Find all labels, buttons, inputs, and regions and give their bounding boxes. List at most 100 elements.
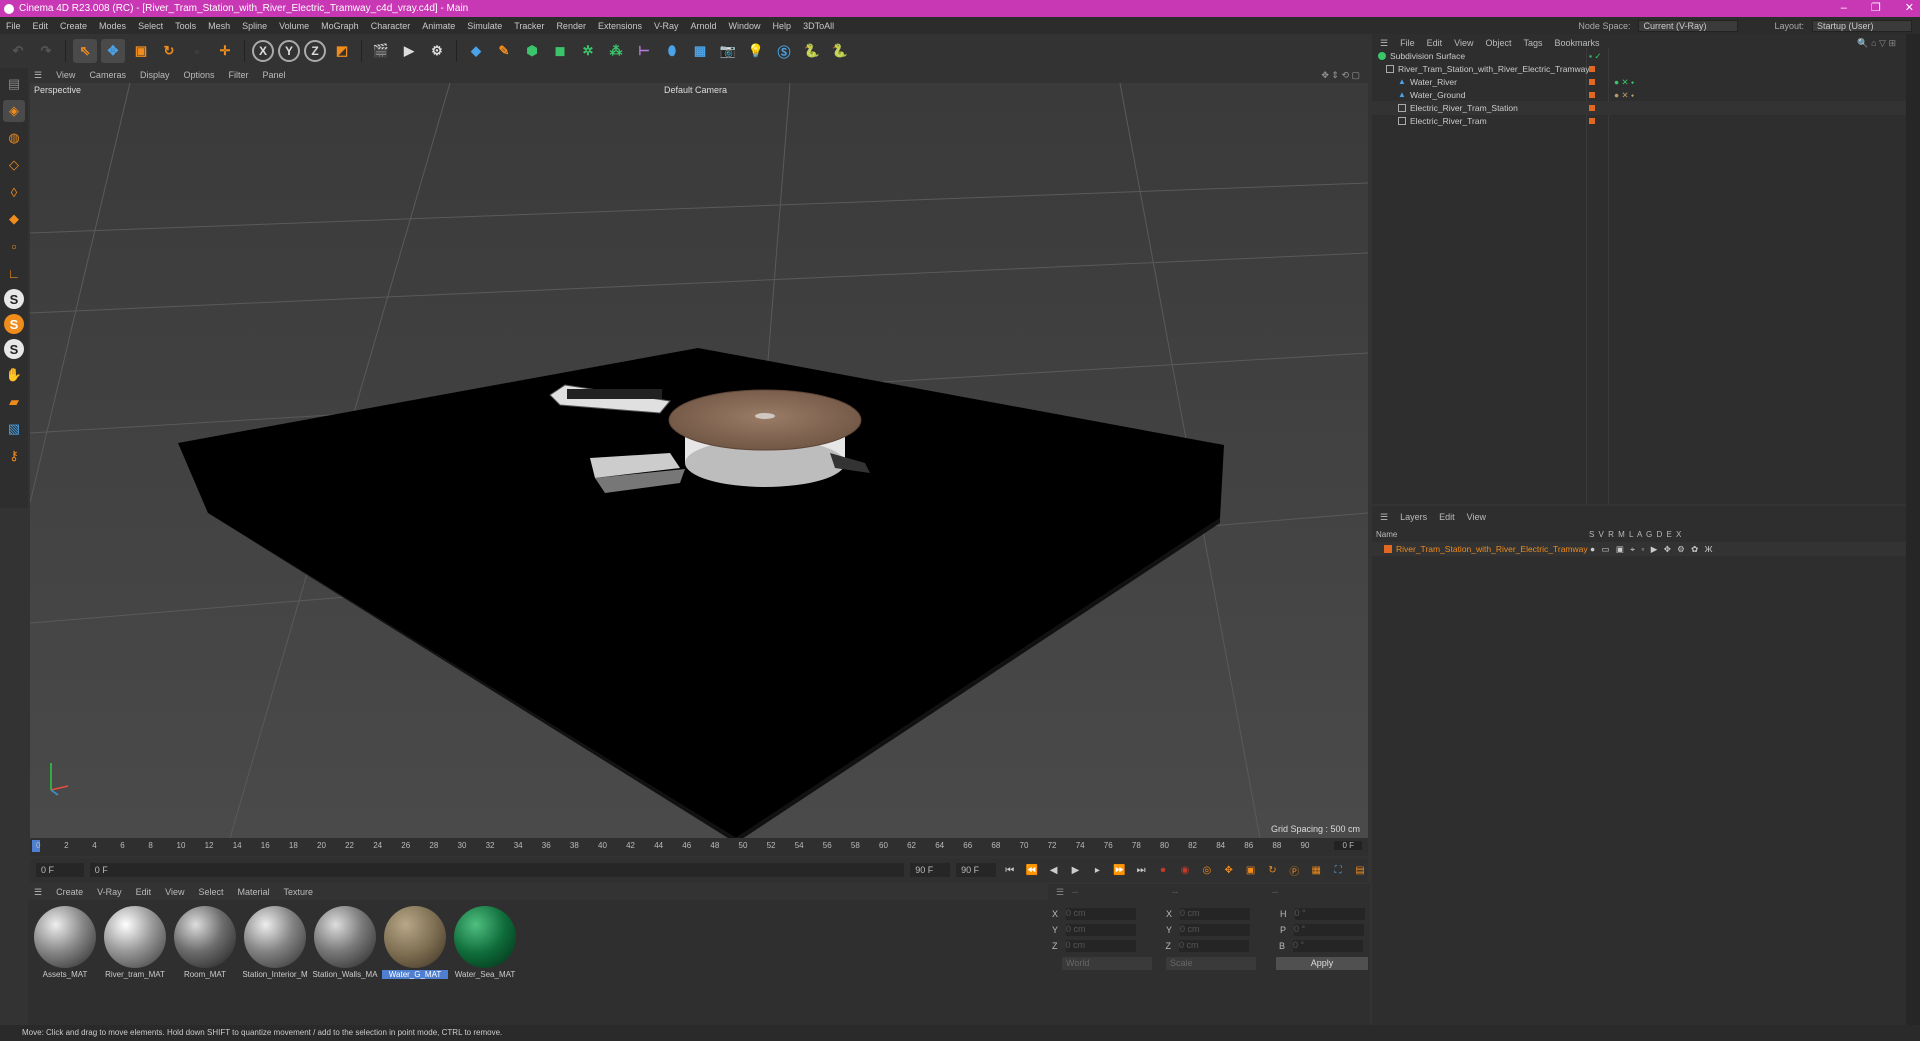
menu-file[interactable]: File	[6, 21, 21, 31]
cube-icon[interactable]: ◆	[464, 39, 488, 63]
coord-menu-icon[interactable]: ☰	[1056, 887, 1064, 898]
objmgr-search-icon[interactable]: 🔍 ⌂ ▽ ⊞	[1857, 38, 1896, 49]
vray-icon[interactable]: Ⓢ	[772, 39, 796, 63]
next-frame-icon[interactable]: ▸	[1089, 862, 1105, 878]
obj-menu-bookmarks[interactable]: Bookmarks	[1555, 38, 1600, 48]
layer-row[interactable]: River_Tram_Station_with_River_Electric_T…	[1372, 542, 1906, 556]
render-view-icon[interactable]: ▶	[397, 39, 421, 63]
menu-volume[interactable]: Volume	[279, 21, 309, 31]
move-tool-icon[interactable]: ✥	[101, 39, 125, 63]
material-swatch-selected[interactable]: Water_G_MAT	[382, 904, 448, 984]
rotate-tool-icon[interactable]: ↻	[157, 39, 181, 63]
snap-icon[interactable]: S	[4, 289, 24, 309]
prev-key-icon[interactable]: ⏪	[1024, 862, 1040, 878]
record-icon[interactable]: ⏺	[1155, 862, 1171, 878]
render-settings-icon[interactable]: ⚙	[425, 39, 449, 63]
mat-menu-select[interactable]: Select	[198, 887, 223, 897]
model-mode-icon[interactable]: ◈	[3, 100, 25, 122]
next-key-icon[interactable]: ⏩	[1111, 862, 1127, 878]
mat-menu-edit[interactable]: Edit	[136, 887, 152, 897]
material-tag-icon[interactable]: ● ✕ ⬩	[1614, 90, 1634, 101]
rot-b-field[interactable]: 0 °	[1293, 940, 1364, 952]
edges-mode-icon[interactable]: ◊	[3, 181, 25, 203]
obj-menu-edit[interactable]: Edit	[1427, 38, 1443, 48]
mat-menu-texture[interactable]: Texture	[284, 887, 314, 897]
play-icon[interactable]: ▶	[1068, 862, 1084, 878]
mograph-icon[interactable]: ⁂	[604, 39, 628, 63]
menu-extensions[interactable]: Extensions	[598, 21, 642, 31]
timeline-ruler[interactable]: 0 2 4 6 8 10 12 14 16 18 20 22 24 26 28 30 32 34 36 38 40 42 4…	[30, 838, 1368, 856]
object-row[interactable]: Subdivision Surface ▪ ✓	[1372, 49, 1906, 63]
layer-color-dot[interactable]	[1589, 118, 1595, 124]
node-space-select[interactable]: Current (V-Ray)	[1638, 19, 1739, 32]
obj-menu-object[interactable]: Object	[1485, 38, 1511, 48]
light-icon[interactable]: 💡	[744, 39, 768, 63]
viewport-menu-panel[interactable]: Panel	[263, 70, 286, 80]
key-move-icon[interactable]: ✥	[1221, 862, 1237, 878]
apply-button[interactable]: Apply	[1276, 957, 1368, 970]
select-tool-icon[interactable]: ⇖	[73, 39, 97, 63]
preview-range-start[interactable]: 0 F	[89, 863, 905, 877]
layers-icon[interactable]: ▰	[3, 391, 25, 413]
menu-spline[interactable]: Spline	[242, 21, 267, 31]
uv-mode-icon[interactable]: ▫	[3, 235, 25, 257]
material-swatch[interactable]: River_tram_MAT	[102, 904, 168, 984]
menu-3dtoall[interactable]: 3DToAll	[803, 21, 834, 31]
key-rotation-icon[interactable]: ↻	[1265, 862, 1281, 878]
undo-icon[interactable]: ↶	[6, 39, 30, 63]
paint-icon[interactable]: ✋	[3, 364, 25, 386]
maximize-button[interactable]: ❐	[1871, 0, 1881, 17]
visibility-check-icon[interactable]: ▪ ✓	[1589, 51, 1602, 62]
last-tool-icon[interactable]: ◦	[185, 39, 209, 63]
texture-mode-icon[interactable]: ◍	[3, 127, 25, 149]
viewport-menu-display[interactable]: Display	[140, 70, 170, 80]
x-axis-lock-button[interactable]: X	[252, 40, 274, 62]
viewport-hamburger-icon[interactable]: ☰	[34, 70, 42, 81]
menu-help[interactable]: Help	[773, 21, 792, 31]
objmgr-hamburger-icon[interactable]: ☰	[1380, 38, 1388, 49]
obj-menu-file[interactable]: File	[1400, 38, 1415, 48]
menu-modes[interactable]: Modes	[99, 21, 126, 31]
axis-mode-icon[interactable]: ∟	[3, 262, 25, 284]
floor-icon[interactable]: ▦	[688, 39, 712, 63]
scale-tool-icon[interactable]: ▣	[129, 39, 153, 63]
coordinate-system-icon[interactable]: ◩	[330, 39, 354, 63]
layer-flag-icons[interactable]: ● ▭ ▣ ⌖ ▫ ▶ ✥ ⚙ ✿ Ж	[1590, 544, 1715, 555]
pos-x-field[interactable]: 0 cm	[1066, 908, 1137, 920]
menu-tracker[interactable]: Tracker	[514, 21, 544, 31]
menu-arnold[interactable]: Arnold	[691, 21, 717, 31]
menu-window[interactable]: Window	[729, 21, 761, 31]
rot-h-field[interactable]: 0 °	[1294, 908, 1365, 920]
prev-frame-icon[interactable]: ◀	[1046, 862, 1062, 878]
menu-character[interactable]: Character	[371, 21, 411, 31]
timeline-window-icon[interactable]: ▤	[1352, 862, 1368, 878]
viewport-camera-label[interactable]: Default Camera	[664, 85, 727, 95]
size-x-field[interactable]: 0 cm	[1180, 908, 1251, 920]
menu-create[interactable]: Create	[60, 21, 87, 31]
motion-system-icon[interactable]: ⛶	[1330, 862, 1346, 878]
mat-menu-view[interactable]: View	[165, 887, 184, 897]
preview-range-end[interactable]: 90 F	[910, 863, 951, 877]
layout-select[interactable]: Startup (User)	[1812, 19, 1912, 32]
object-row[interactable]: Electric_River_Tram	[1372, 114, 1906, 128]
mat-menu-vray[interactable]: V-Ray	[97, 887, 122, 897]
z-axis-lock-button[interactable]: Z	[304, 40, 326, 62]
viewport-nav-icons[interactable]: ✥ ⇕ ⟲ ▢	[1321, 70, 1360, 81]
menu-edit[interactable]: Edit	[33, 21, 49, 31]
layer-hamburger-icon[interactable]: ☰	[1380, 512, 1388, 523]
viewport-menu-cameras[interactable]: Cameras	[89, 70, 126, 80]
make-editable-icon[interactable]: ▤	[3, 73, 25, 95]
object-row[interactable]: River_Tram_Station_with_River_Electric_T…	[1372, 62, 1906, 76]
size-y-field[interactable]: 0 cm	[1180, 924, 1251, 936]
goto-start-icon[interactable]: ⏮	[1002, 862, 1018, 878]
material-swatch[interactable]: Water_Sea_MAT	[452, 904, 518, 984]
layer-color-dot[interactable]	[1589, 66, 1595, 72]
material-swatch[interactable]: Room_MAT	[172, 904, 238, 984]
snap-settings-icon[interactable]: S	[4, 314, 24, 334]
pen-spline-icon[interactable]: ✎	[492, 39, 516, 63]
end-frame-field[interactable]: 90 F	[956, 863, 996, 877]
render-region-icon[interactable]: 🎬	[369, 39, 393, 63]
transform-tool-icon[interactable]: ✛	[213, 39, 237, 63]
mat-menu-create[interactable]: Create	[56, 887, 83, 897]
key-pla-icon[interactable]: ▦	[1308, 862, 1324, 878]
